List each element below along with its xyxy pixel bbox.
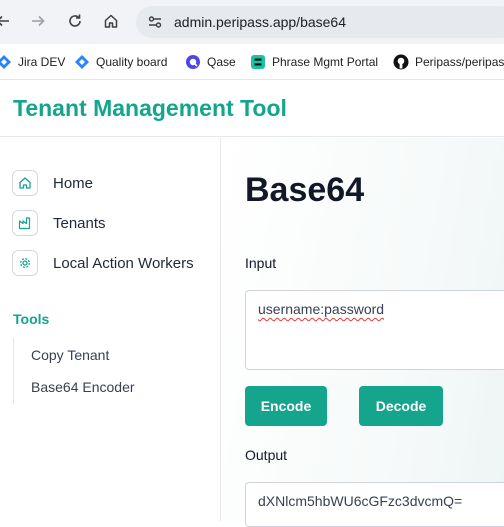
tools-list: Copy Tenant Base64 Encoder	[13, 338, 213, 404]
bookmark-qase[interactable]: Qase	[185, 53, 236, 71]
github-icon	[393, 54, 409, 70]
bookmark-label: Peripass/peripass	[415, 55, 504, 69]
sidebar: Home Tenants Local Action Workers Tools …	[0, 138, 221, 521]
sidebar-item-tenants[interactable]: Tenants	[12, 209, 106, 237]
app-title: Tenant Management Tool	[13, 95, 287, 121]
bookmark-label: Phrase Mgmt Portal	[272, 55, 379, 69]
bookmark-label: Qase	[207, 55, 236, 69]
decode-button[interactable]: Decode	[359, 386, 443, 426]
jira-icon	[0, 54, 12, 70]
app-header: Tenant Management Tool	[0, 81, 504, 137]
qase-icon	[185, 54, 201, 70]
sidebar-item-label: Tenants	[53, 214, 106, 232]
bookmark-label: Quality board	[96, 55, 168, 69]
home-icon	[12, 170, 38, 196]
tool-copy-tenant[interactable]: Copy Tenant	[31, 347, 109, 363]
site-settings-icon[interactable]	[144, 11, 166, 33]
encode-button[interactable]: Encode	[245, 386, 327, 426]
browser-toolbar: admin.peripass.app/base64	[0, 0, 504, 44]
sidebar-item-home[interactable]: Home	[12, 169, 93, 197]
output-value: dXNlcm5hbWU6cGFzc3dvcmQ=	[258, 493, 463, 509]
home-button[interactable]	[100, 10, 122, 32]
reload-icon	[69, 14, 81, 27]
gear-icon	[12, 250, 38, 276]
back-button[interactable]	[0, 10, 14, 32]
bookmark-jira-dev[interactable]: Jira DEV	[0, 53, 65, 71]
input-value: username:password	[258, 301, 385, 317]
address-bar[interactable]: admin.peripass.app/base64	[136, 6, 504, 38]
tools-heading: Tools	[13, 311, 50, 327]
sidebar-item-local-action-workers[interactable]: Local Action Workers	[12, 249, 194, 277]
jira-icon	[74, 54, 90, 70]
bookmarks-bar: Jira DEV Quality board Qase Phrase Mgmt …	[0, 44, 504, 80]
main-content: Base64 Input username:password Encode De…	[221, 138, 504, 527]
bookmark-peripass-github[interactable]: Peripass/peripass	[393, 53, 504, 71]
back-arrow-icon	[0, 15, 9, 27]
bookmark-phrase-mgmt-portal[interactable]: Phrase Mgmt Portal	[250, 53, 378, 71]
url-text: admin.peripass.app/base64	[174, 14, 347, 30]
input-textarea[interactable]: username:password	[245, 290, 504, 370]
input-label: Input	[245, 255, 277, 271]
forward-button[interactable]	[27, 10, 49, 32]
output-textarea[interactable]: dXNlcm5hbWU6cGFzc3dvcmQ=	[245, 482, 504, 527]
page-title: Base64	[245, 171, 365, 209]
forward-arrow-icon	[32, 15, 45, 27]
phrase-icon	[250, 54, 266, 70]
reload-button[interactable]	[64, 10, 86, 32]
browser-home-icon	[104, 14, 118, 28]
tool-base64-encoder[interactable]: Base64 Encoder	[31, 379, 135, 395]
sidebar-item-label: Home	[53, 174, 94, 192]
sidebar-item-label: Local Action Workers	[53, 254, 194, 272]
bookmark-quality-board[interactable]: Quality board	[74, 53, 167, 71]
factory-icon	[12, 210, 38, 236]
output-label: Output	[245, 447, 288, 463]
bookmark-label: Jira DEV	[18, 55, 66, 69]
